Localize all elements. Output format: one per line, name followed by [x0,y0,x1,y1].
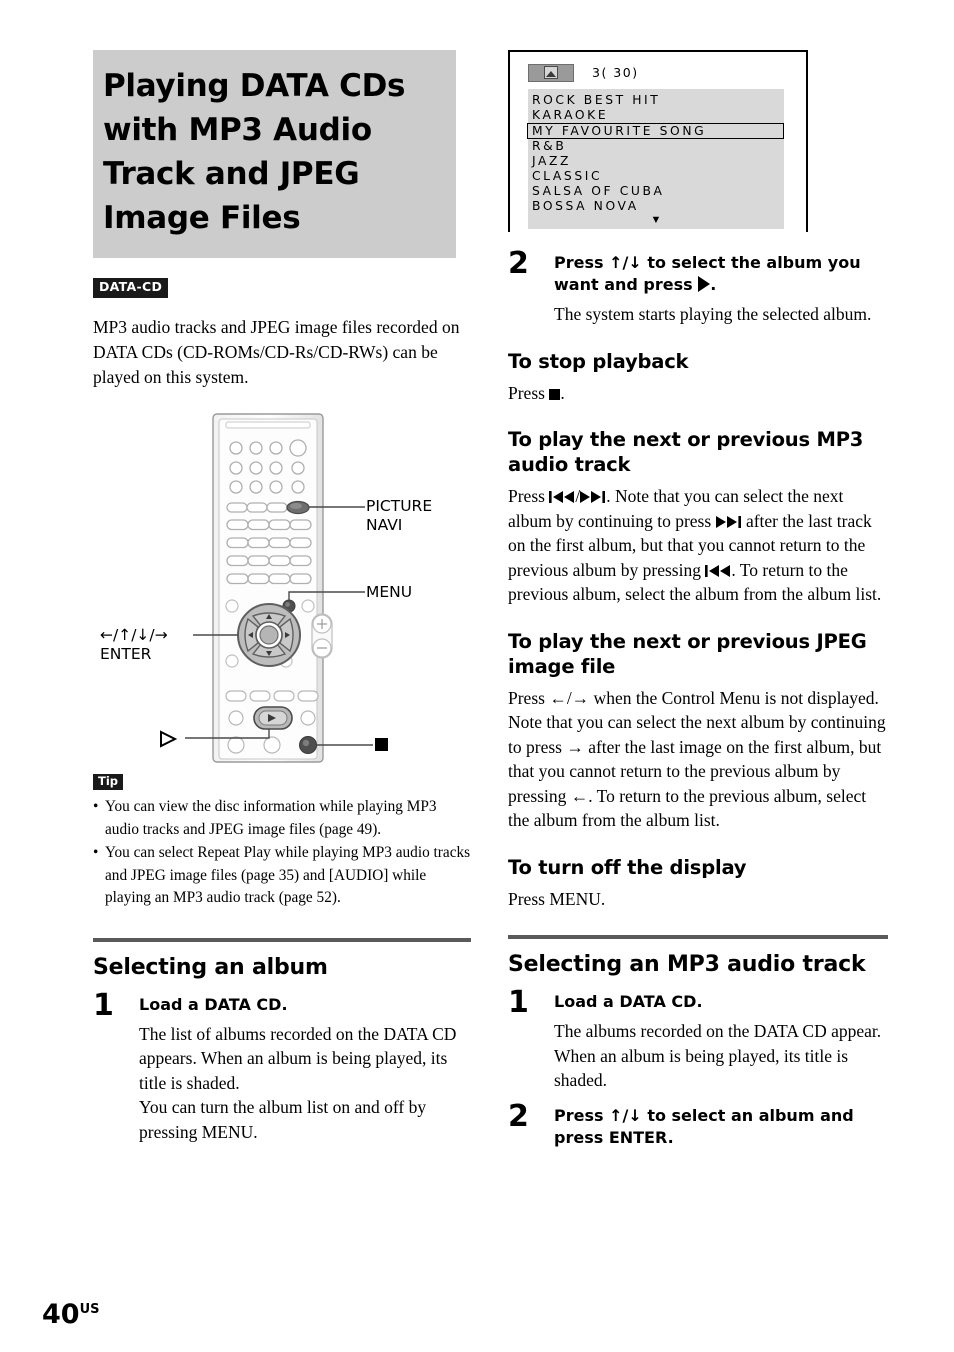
callout-enter: ENTER [100,644,152,663]
scroll-down-icon[interactable]: ▼ [528,213,784,229]
remote-control-svg [160,412,388,763]
step-body-text: You can turn the album list on and off b… [139,1097,427,1142]
next-track-icon [715,515,741,528]
previous-track-icon [705,564,731,577]
manual-page: Playing DATA CDs with MP3 Audio Track an… [0,0,954,1352]
mp3-text-part-1: Press [508,486,545,506]
stop-playback-text: Press . [508,381,888,406]
disc-type-badge: DATA-CD [93,278,169,298]
album-list-screen-header: 3( 30) [510,52,806,84]
play-glyph-icon [160,729,178,748]
next-track-icon [580,491,606,503]
step-body-text: The albums recorded on the DATA CD appea… [554,1021,882,1090]
step-title-period: . [710,275,717,294]
chapter-intro-text: MP3 audio tracks and JPEG image files re… [93,316,460,387]
stop-button[interactable] [299,735,317,754]
page-number: 40US [42,1301,100,1328]
subheading-next-prev-jpeg: To play the next or previous JPEG image … [508,629,867,678]
album-counter: 3( 30) [592,65,639,80]
volume-rocker[interactable] [311,612,333,659]
list-item: You can view the disc information while … [93,796,471,841]
callout-picture-navi: PICTURE NAVI [366,496,433,534]
tip-block: Tip You can view the disc information wh… [93,772,471,910]
stop-playback-period: . [560,382,565,403]
play-glyph-icon [698,276,711,292]
stop-glyph-icon [375,737,388,751]
album-list: ROCK BEST HIT KARAOKE MY FAVOURITE SONG … [527,89,784,230]
section-heading-selecting-track: Selecting an MP3 audio track [508,952,866,977]
step-title: Load a DATA CD. [554,992,703,1011]
step-number: 2 [508,1098,529,1134]
track-step-1-load-data-cd: 1 Load a DATA CD. The albums recorded on… [508,985,888,1093]
step-2-select-album: 2 Press ↑/↓ to select the album you want… [508,246,888,327]
left-column: Playing DATA CDs with MP3 Audio Track an… [93,50,471,1144]
next-prev-mp3-text: Press /. Note that you can select the ne… [508,484,888,607]
album-list-screen: 3( 30) ROCK BEST HIT KARAOKE MY FAVOURIT… [508,50,808,232]
tip-list: You can view the disc information while … [93,796,471,910]
step-body-text: The list of albums recorded on the DATA … [139,1023,457,1093]
tip-badge: Tip [93,773,124,790]
list-item[interactable]: JAZZ [528,154,784,169]
list-item: You can select Repeat Play while playing… [93,842,471,910]
stop-glyph-icon [549,388,561,400]
right-column: 3( 30) ROCK BEST HIT KARAOKE MY FAVOURIT… [508,50,888,1149]
step-title: Load a DATA CD. [139,994,288,1014]
page-title: Playing DATA CDs with MP3 Audio Track an… [103,68,406,236]
album-folder-icon [528,63,574,82]
track-step-2-select-album: 2 Press ↑/↓ to select an album and press… [508,1098,888,1149]
turn-off-display-text: Press MENU. [508,888,606,909]
section-divider [93,937,471,942]
list-item[interactable]: R&B [528,139,784,154]
step-number: 1 [508,985,529,1020]
stop-playback-label: Press [508,382,545,403]
step-1-load-data-cd: 1 Load a DATA CD. The list of albums rec… [93,987,471,1145]
callout-menu: MENU [366,582,413,601]
step-number: 1 [93,987,114,1023]
page-number-region: US [79,1302,100,1317]
subheading-turn-off-display: To turn off the display [508,855,747,879]
list-item[interactable]: ROCK BEST HIT [528,93,784,108]
page-number-value: 40 [42,1299,80,1330]
step-title: Press ↑/↓ to select an album and press E… [554,1105,854,1147]
list-item-selected[interactable]: MY FAVOURITE SONG [527,122,784,140]
list-item[interactable]: CLASSIC [528,169,784,184]
section-heading-selecting-album: Selecting an album [93,954,328,980]
section-divider [508,935,888,939]
step-title: Press ↑/↓ to select the album you want a… [554,252,888,296]
remote-control-illustration: PICTURE NAVI MENU ←/↑/↓/→ ENTER [93,408,471,768]
chapter-banner: Playing DATA CDs with MP3 Audio Track an… [93,50,456,258]
next-prev-jpeg-text: Press ←/→ when the Control Menu is not d… [508,687,886,831]
step-number: 2 [508,246,529,281]
play-button[interactable] [253,705,293,730]
subheading-next-prev-mp3: To play the next or previous MP3 audio t… [508,428,864,476]
callout-arrow-keys: ←/↑/↓/→ [100,625,168,644]
picture-navi-button[interactable] [286,500,310,514]
navigation-pad[interactable] [237,602,301,667]
list-item[interactable]: SALSA OF CUBA [528,184,784,199]
list-item[interactable]: KARAOKE [528,108,784,123]
list-item[interactable]: BOSSA NOVA [528,199,784,214]
step-body-text: The system starts playing the selected a… [554,304,872,324]
subheading-stop-playback: To stop playback [508,349,689,373]
previous-track-icon [549,491,575,503]
